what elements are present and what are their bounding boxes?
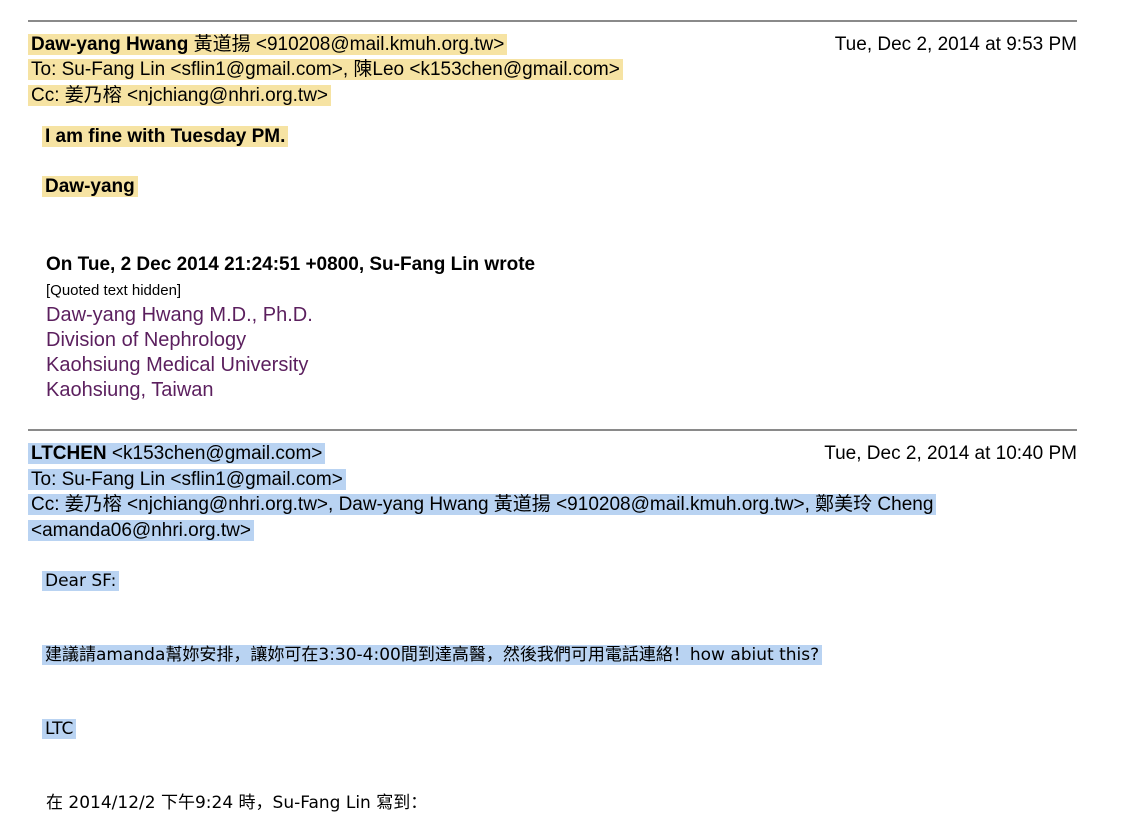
- email1-from-name[interactable]: Daw-yang Hwang: [31, 34, 188, 55]
- email1-cc: Cc: 姜乃榕 <njchiang@nhri.org.tw>: [28, 83, 332, 109]
- email2-greeting: Dear SF:: [42, 566, 120, 596]
- email1-quote-header: On Tue, 2 Dec 2014 21:24:51 +0800, Su-Fa…: [46, 254, 536, 275]
- email1-date: Tue, Dec 2, 2014 at 9:53 PM: [834, 34, 1077, 55]
- signature-line: Division of Nephrology: [46, 329, 247, 351]
- separator-middle: [28, 429, 1077, 431]
- email2-signoff: LTC: [42, 714, 77, 744]
- email2-body: 建議請amanda幫妳安排，讓妳可在3:30-4:00間到達高醫，然後我們可用電…: [42, 640, 823, 670]
- email2-to: To: Su-Fang Lin <sflin1@gmail.com>: [28, 467, 346, 493]
- email2-cc-continued: <amanda06@nhri.org.tw>: [28, 518, 254, 544]
- email1-from-address[interactable]: 黃道揚 <910208@mail.kmuh.org.tw>: [188, 34, 505, 55]
- email2-from: LTCHEN <k153chen@gmail.com>: [28, 441, 326, 467]
- email1-from: Daw-yang Hwang 黃道揚 <910208@mail.kmuh.org…: [28, 32, 508, 58]
- signature-line: Kaohsiung, Taiwan: [46, 379, 214, 401]
- signature-line: Daw-yang Hwang M.D., Ph.D.: [46, 304, 313, 326]
- email2-date: Tue, Dec 2, 2014 at 10:40 PM: [824, 443, 1077, 464]
- email1-to: To: Su-Fang Lin <sflin1@gmail.com>, 陳Leo…: [28, 57, 623, 83]
- email2-from-address[interactable]: <k153chen@gmail.com>: [107, 443, 322, 464]
- separator-top: [28, 20, 1077, 22]
- email2-quote-header-partial: 在 2014/12/2 下午9:24 時，Su-Fang Lin 寫到：: [46, 793, 428, 813]
- email1-body-line1: I am fine with Tuesday PM.: [42, 124, 289, 150]
- email2-from-name[interactable]: LTCHEN: [31, 443, 107, 464]
- email1-body-line2: Daw-yang: [42, 174, 138, 200]
- email1-quoted-hidden[interactable]: [Quoted text hidden]: [46, 281, 181, 301]
- signature-line: Kaohsiung Medical University: [46, 354, 309, 376]
- email2-cc: Cc: 姜乃榕 <njchiang@nhri.org.tw>, Daw-yang…: [28, 492, 937, 518]
